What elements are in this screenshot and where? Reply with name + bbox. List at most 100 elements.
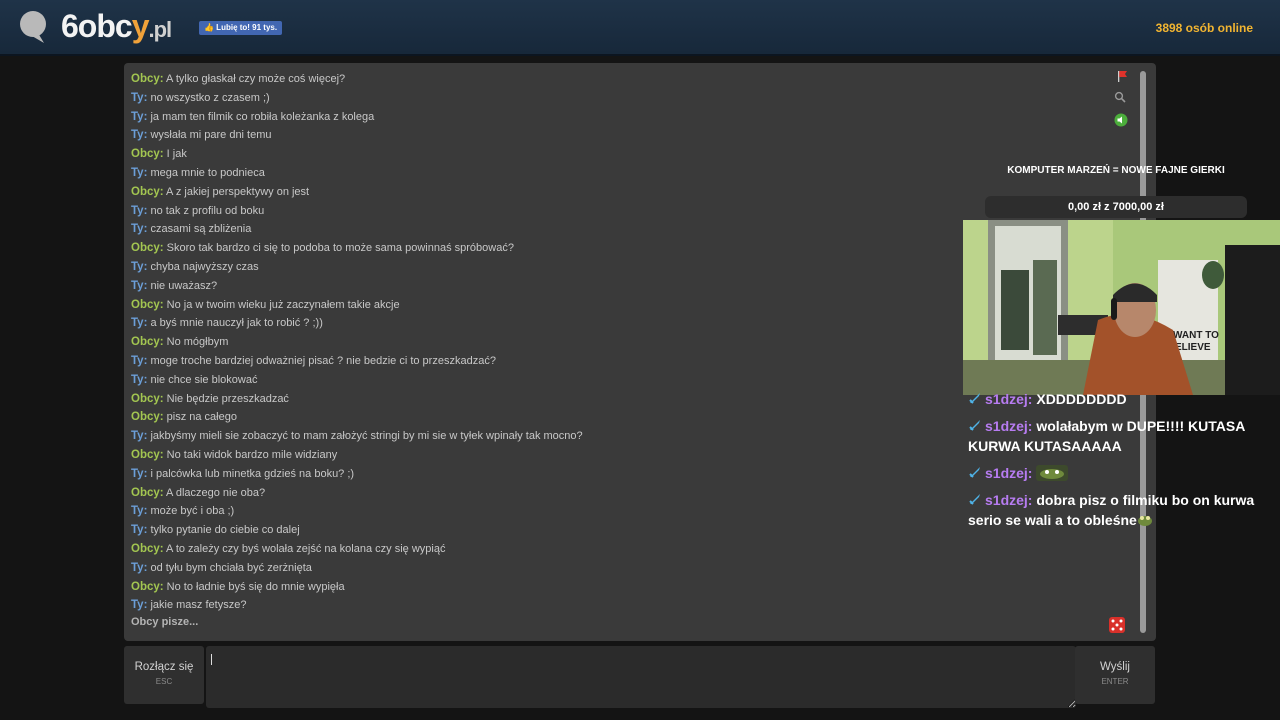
you-name: Ty:: [131, 354, 148, 367]
disconnect-button[interactable]: Rozłącz się ESC: [124, 646, 204, 704]
stranger-name: Obcy:: [131, 580, 164, 593]
chat-message: Obcy: pisz na całego: [131, 408, 1111, 427]
stranger-name: Obcy:: [131, 242, 164, 255]
magnifier-icon[interactable]: [1114, 91, 1126, 103]
message-text: może być i oba ;): [147, 505, 235, 518]
sword-badge-icon: [969, 494, 980, 505]
you-name: Ty:: [131, 317, 148, 330]
sword-badge-icon: [969, 467, 980, 478]
stranger-name: Obcy:: [131, 392, 164, 405]
frog-emote: [1137, 512, 1153, 528]
message-text: I jak: [163, 148, 187, 161]
chat-message: Ty: tylko pytanie do ciebie co dalej: [131, 521, 1111, 540]
message-text: A to zależy czy byś wolała zejść na kola…: [163, 542, 446, 555]
disconnect-label: Rozłącz się: [134, 661, 194, 673]
you-name: Ty:: [131, 467, 148, 480]
chat-message: Obcy: A dlaczego nie oba?: [131, 484, 1111, 503]
stream-goal-progress: 0,00 zł z 7000,00 zł: [985, 196, 1247, 218]
twitch-username[interactable]: s1dzej:: [985, 492, 1032, 508]
send-shortcut: ENTER: [1101, 677, 1129, 686]
send-label: Wyślij: [1100, 661, 1130, 673]
you-name: Ty:: [131, 599, 148, 612]
message-text: A dlaczego nie oba?: [163, 486, 266, 499]
stranger-name: Obcy:: [131, 542, 164, 555]
you-name: Ty:: [131, 279, 148, 292]
stranger-name: Obcy:: [131, 73, 164, 85]
message-text: wysłała mi pare dni temu: [147, 129, 272, 142]
message-text: A tylko głaskał czy może coś więcej?: [163, 73, 346, 85]
message-text: Skoro tak bardzo ci się to podoba to moż…: [163, 242, 514, 255]
send-button[interactable]: Wyślij ENTER: [1075, 646, 1155, 704]
you-name: Ty:: [131, 430, 148, 443]
message-text: Nie będzie przeszkadzać: [163, 392, 289, 405]
chat-message: Obcy: A tylko głaskał czy może coś więce…: [131, 70, 1111, 89]
dice-icon[interactable]: [1108, 616, 1126, 634]
chat-message: Obcy: No taki widok bardzo mile widziany: [131, 446, 1111, 465]
sword-badge-icon: [969, 420, 980, 431]
stranger-name: Obcy:: [131, 411, 164, 424]
you-name: Ty:: [131, 223, 148, 236]
poster-text-1: WANT TO: [1173, 330, 1219, 341]
you-name: Ty:: [131, 110, 148, 123]
message-text: tylko pytanie do ciebie co dalej: [147, 524, 300, 537]
you-name: Ty:: [131, 373, 148, 386]
message-text: a byś mnie nauczył jak to robić ? ;)): [147, 317, 323, 330]
you-name: Ty:: [131, 129, 148, 142]
chat-message: Ty: może być i oba ;): [131, 502, 1111, 521]
site-logo[interactable]: 6obcy.pl: [61, 8, 172, 45]
chat-message: Ty: od tyłu bym chciała być zerżnięta: [131, 559, 1111, 578]
message-text: i palcówka lub minetka gdzieś na boku? ;…: [147, 467, 355, 480]
stranger-name: Obcy:: [131, 148, 164, 161]
chat-message: Ty: wysłała mi pare dni temu: [131, 126, 1111, 145]
message-text: nie uważasz?: [147, 279, 218, 292]
sword-badge-icon: [969, 393, 980, 404]
message-text: mega mnie to podnieca: [147, 166, 265, 179]
text-caret: [211, 654, 212, 665]
message-text: ja mam ten filmik co robiła koleżanka z …: [147, 110, 375, 123]
chat-message: Obcy: A to zależy czy byś wolała zejść n…: [131, 540, 1111, 559]
chat-message: Ty: jakie masz fetysze?: [131, 596, 1111, 615]
twitch-message-text: XDDDDDDDD: [1032, 391, 1127, 407]
twitch-username[interactable]: s1dzej:: [985, 391, 1032, 407]
you-name: Ty:: [131, 505, 148, 518]
message-text: jakie masz fetysze?: [147, 599, 247, 612]
you-name: Ty:: [131, 561, 148, 574]
message-text: nie chce sie blokować: [147, 373, 258, 386]
flag-icon[interactable]: [1116, 70, 1128, 82]
sound-on-icon[interactable]: [1114, 113, 1128, 127]
chat-message: Ty: i palcówka lub minetka gdzieś na bok…: [131, 465, 1111, 484]
you-name: Ty:: [131, 204, 148, 217]
top-bar: 6obcy.pl 👍 Lubię to! 91 tys. 3898 osób o…: [0, 0, 1280, 56]
chat-message: Ty: ja mam ten filmik co robiła koleżank…: [131, 108, 1111, 127]
facebook-like-button[interactable]: 👍 Lubię to! 91 tys.: [199, 21, 283, 35]
twitch-chat-overlay: s1dzej: XDDDDDDDD s1dzej: wolałabym w DUP…: [968, 389, 1268, 537]
message-input[interactable]: [206, 646, 1076, 708]
chat-message: Obcy: I jak: [131, 145, 1111, 164]
you-name: Ty:: [131, 166, 148, 179]
poster-text-2: ELIEVE: [1175, 342, 1211, 353]
chat-message: Ty: jakbyśmy mieli sie zobaczyć to mam z…: [131, 427, 1111, 446]
pepe-emote: [1036, 465, 1069, 481]
stranger-name: Obcy:: [131, 336, 164, 349]
stranger-name: Obcy:: [131, 448, 164, 461]
message-text: no tak z profilu od boku: [147, 204, 265, 217]
twitch-chat-message: s1dzej: XDDDDDDDD: [968, 389, 1268, 409]
speech-bubble-logo-icon: [20, 11, 46, 43]
chat-message: Ty: no wszystko z czasem ;): [131, 89, 1111, 108]
twitch-username[interactable]: s1dzej:: [985, 465, 1032, 481]
message-text: jakbyśmy mieli sie zobaczyć to mam założ…: [147, 430, 583, 443]
chat-message: Obcy: A z jakiej perspektywy on jest: [131, 183, 1111, 202]
message-text: no wszystko z czasem ;): [147, 91, 270, 104]
typing-indicator: Obcy pisze...: [131, 616, 199, 628]
message-text: No mógłbym: [163, 336, 229, 349]
twitch-username[interactable]: s1dzej:: [985, 418, 1032, 434]
disconnect-shortcut: ESC: [155, 677, 173, 686]
you-name: Ty:: [131, 260, 148, 273]
message-text: czasami są zbliżenia: [147, 223, 252, 236]
message-text: chyba najwyższy czas: [147, 260, 259, 273]
stranger-name: Obcy:: [131, 298, 164, 311]
message-text: pisz na całego: [163, 411, 237, 424]
message-text: No to ładnie byś się do mnie wypięła: [163, 580, 345, 593]
chat-message: Ty: mega mnie to podnieca: [131, 164, 1111, 183]
stream-goal-title: KOMPUTER MARZEŃ = NOWE FAJNE GIERKI: [1007, 165, 1225, 176]
